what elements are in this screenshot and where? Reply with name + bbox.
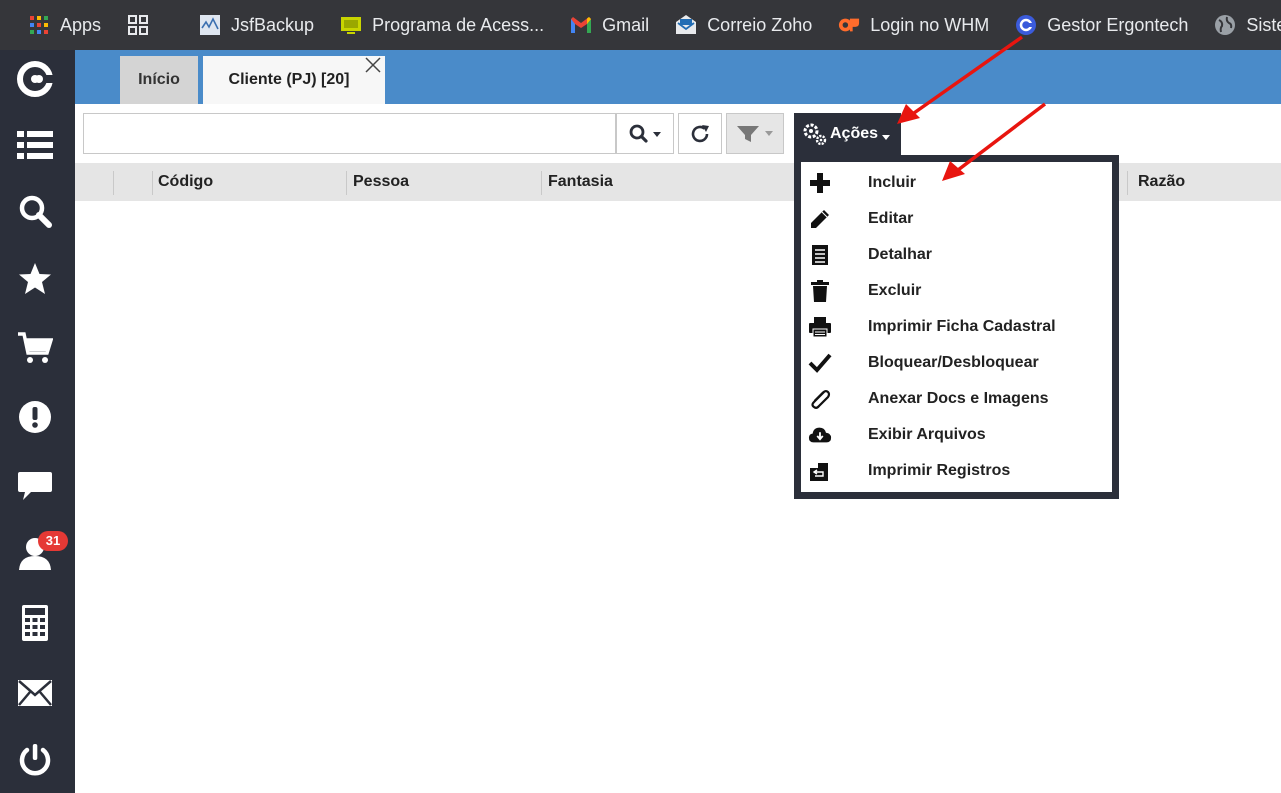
tab-bar: Início Cliente (PJ) [20] [75, 50, 1281, 104]
mail-icon[interactable] [14, 672, 56, 714]
menu-item-label: Incluir [868, 174, 917, 191]
menu-item-label: Imprimir Registros [868, 462, 1011, 479]
gmail-icon [570, 14, 592, 36]
power-icon[interactable] [14, 740, 56, 782]
menu-item-editar[interactable]: Editar [800, 201, 1112, 237]
bookmark-jsfbackup[interactable]: JsfBackup [199, 14, 314, 36]
column-header-pessoa[interactable]: Pessoa [345, 163, 409, 201]
list-icon[interactable] [14, 124, 56, 166]
acoes-button[interactable]: Ações [794, 113, 901, 155]
globe-icon [1214, 14, 1236, 36]
search-icon [629, 124, 661, 143]
column-header-razao[interactable]: Razão [1130, 163, 1185, 201]
menu-item-label: Exibir Arquivos [868, 426, 986, 443]
document-icon [808, 243, 832, 267]
menu-item-label: Imprimir Ficha Cadastral [868, 318, 1056, 335]
cloud-download-icon [808, 423, 832, 447]
sidebar [0, 50, 75, 793]
bookmark-label: Apps [60, 14, 102, 35]
logo-icon[interactable] [14, 58, 56, 100]
cart-icon[interactable] [14, 327, 56, 369]
column-divider [113, 171, 114, 195]
bookmark-label: Programa de Acess... [372, 14, 545, 35]
notification-badge: 31 [38, 531, 68, 551]
menu-item-label: Editar [868, 210, 914, 227]
search-input[interactable] [83, 113, 616, 154]
print-records-icon [808, 459, 832, 483]
bookmark-label: Gmail [602, 14, 650, 35]
refresh-icon [691, 124, 709, 142]
bookmarks-bar: Apps JsfBackup Programa de Acess... Gmai… [0, 0, 1281, 50]
bookmark-apps[interactable]: Apps [28, 14, 101, 36]
ergontech-icon [1015, 14, 1037, 36]
bookmark-tab-grid[interactable] [127, 14, 159, 36]
bookmark-label: JsfBackup [231, 14, 315, 35]
tab-grid-icon [127, 14, 149, 36]
printer-icon [808, 315, 832, 339]
calculator-icon[interactable] [14, 602, 56, 644]
search-icon[interactable] [14, 190, 56, 232]
filter-button[interactable] [726, 113, 784, 154]
tab-cliente-pj[interactable]: Cliente (PJ) [20] [203, 56, 385, 104]
star-icon[interactable] [14, 258, 56, 300]
bookmark-whm[interactable]: Login no WHM [838, 14, 989, 36]
menu-item-imprimir-registros[interactable]: Imprimir Registros [800, 453, 1112, 489]
menu-item-label: Excluir [868, 282, 922, 299]
pencil-icon [808, 207, 832, 231]
check-icon [808, 351, 832, 375]
bookmark-label: Sistem [1246, 14, 1281, 35]
menu-item-excluir[interactable]: Excluir [800, 273, 1112, 309]
zoho-mail-icon [675, 14, 697, 36]
gears-icon [803, 123, 827, 146]
chat-icon[interactable] [14, 465, 56, 507]
menu-item-detalhar[interactable]: Detalhar [800, 237, 1112, 273]
filter-icon [737, 125, 773, 142]
bookmark-zoho[interactable]: Correio Zoho [675, 14, 812, 36]
search-button[interactable] [616, 113, 674, 154]
column-divider [1127, 171, 1128, 195]
menu-item-exibir-arquivos[interactable]: Exibir Arquivos [800, 417, 1112, 453]
menu-item-bloquear[interactable]: Bloquear/Desbloquear [800, 345, 1112, 381]
bookmark-ergontech[interactable]: Gestor Ergontech [1015, 14, 1188, 36]
menu-item-label: Anexar Docs e Imagens [868, 390, 1049, 407]
column-header-codigo[interactable]: Código [150, 163, 213, 201]
menu-item-imprimir-ficha[interactable]: Imprimir Ficha Cadastral [800, 309, 1112, 345]
alert-icon[interactable] [14, 396, 56, 438]
bookmark-sistem[interactable]: Sistem [1214, 14, 1281, 36]
bookmark-gmail[interactable]: Gmail [570, 14, 649, 36]
menu-item-label: Detalhar [868, 246, 933, 263]
refresh-button[interactable] [678, 113, 722, 154]
acoes-label: Ações [830, 125, 879, 142]
plus-icon [808, 171, 832, 195]
screen-icon [340, 14, 362, 36]
menu-item-incluir[interactable]: Incluir [800, 165, 1112, 201]
trash-icon [808, 279, 832, 303]
bookmark-label: Login no WHM [870, 14, 990, 35]
paperclip-icon [808, 387, 832, 411]
menu-item-label: Bloquear/Desbloquear [868, 354, 1039, 371]
bookmark-programa[interactable]: Programa de Acess... [340, 14, 544, 36]
jsfbackup-icon [199, 14, 221, 36]
menu-item-anexar[interactable]: Anexar Docs e Imagens [800, 381, 1112, 417]
cpanel-icon [838, 14, 860, 36]
apps-grid-icon [28, 14, 50, 36]
bookmark-label: Gestor Ergontech [1047, 14, 1189, 35]
caret-down-icon [882, 134, 891, 140]
column-header-fantasia[interactable]: Fantasia [540, 163, 613, 201]
close-icon[interactable] [362, 56, 384, 78]
tab-inicio[interactable]: Início [120, 56, 198, 104]
bookmark-label: Correio Zoho [707, 14, 813, 35]
